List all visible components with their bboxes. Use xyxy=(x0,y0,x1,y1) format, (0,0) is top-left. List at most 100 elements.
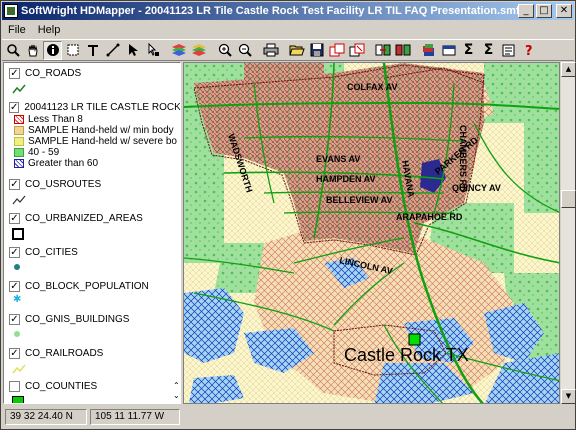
menu-file[interactable]: File xyxy=(2,24,32,36)
legend-layer-co-urbanized-areas[interactable]: ✓ CO_URBANIZED_AREAS xyxy=(4,211,180,240)
scroll-thumb[interactable] xyxy=(561,190,576,208)
facility-marker[interactable] xyxy=(408,333,421,346)
legend-layer-co-counties[interactable]: CO_COUNTIES xyxy=(4,379,180,403)
route-line-symbol xyxy=(12,195,26,205)
app-window: SoftWright HDMapper - 20041123 LR Tile C… xyxy=(0,0,576,430)
select-icon[interactable] xyxy=(63,41,82,60)
status-latitude: 39 32 24.40 N xyxy=(5,409,87,425)
legend-layer-co-cities[interactable]: ✓ CO_CITIES xyxy=(4,245,180,270)
county-symbol xyxy=(12,396,24,403)
street-label: HAMPDEN AV xyxy=(316,174,376,184)
title-bar[interactable]: SoftWright HDMapper - 20041123 LR Tile C… xyxy=(2,2,574,20)
menu-help[interactable]: Help xyxy=(32,24,67,36)
street-label: ARAPAHOE RD xyxy=(396,212,463,222)
map-vertical-scrollbar[interactable]: ▲ ▼ xyxy=(560,62,576,404)
layer-checkbox[interactable]: ✓ xyxy=(9,347,20,359)
layer-name: CO_ROADS xyxy=(25,67,82,79)
table-icon[interactable] xyxy=(439,41,458,60)
layer-swap-icon[interactable] xyxy=(393,41,412,60)
layer-name: CO_RAILROADS xyxy=(25,347,104,359)
layer-name: 20041123 LR TILE CASTLE ROCK TEST xyxy=(24,101,181,113)
layers-icon[interactable] xyxy=(169,41,188,60)
place-label-castle-rock: Castle Rock TX xyxy=(344,345,469,365)
zoom-icon[interactable] xyxy=(3,41,22,60)
help-icon[interactable]: ? xyxy=(519,41,538,60)
class-label: Greater than 60 xyxy=(28,158,99,169)
railroad-line-symbol xyxy=(12,364,26,374)
layer-name: CO_URBANIZED_AREAS xyxy=(25,212,143,224)
pan-hand-icon[interactable] xyxy=(23,41,42,60)
legend-layer-tile[interactable]: ✓ 20041123 LR TILE CASTLE ROCK TEST Less … xyxy=(4,100,181,169)
legend-layer-co-railroads[interactable]: ✓ CO_RAILROADS xyxy=(4,346,180,374)
info-icon[interactable] xyxy=(43,40,62,60)
menu-bar: File Help xyxy=(2,21,574,38)
class-label: SAMPLE Hand-held w/ severe bo xyxy=(28,136,177,147)
class-label: SAMPLE Hand-held w/ min body xyxy=(28,125,174,136)
layer-name: CO_USROUTES xyxy=(25,178,102,190)
layer-checkbox[interactable]: ✓ xyxy=(9,246,20,258)
layer-name: CO_COUNTIES xyxy=(25,380,98,392)
legend-layer-co-usroutes[interactable]: ✓ CO_USROUTES xyxy=(4,177,180,205)
edit-node-icon[interactable] xyxy=(143,41,162,60)
class-swatch-red xyxy=(14,115,24,124)
legend-layer-co-gnis-buildings[interactable]: ✓ CO_GNIS_BUILDINGS xyxy=(4,312,180,337)
class-swatch-blue xyxy=(14,159,24,168)
add-layer-icon[interactable] xyxy=(327,41,346,60)
urban-area-symbol xyxy=(12,228,24,240)
print-icon[interactable] xyxy=(261,41,280,60)
map-canvas[interactable]: COLFAX AV EVANS AV HAMPDEN AV BELLEVIEW … xyxy=(184,63,560,404)
layer-name: CO_CITIES xyxy=(25,246,78,258)
street-label: BELLEVIEW AV xyxy=(326,195,393,205)
road-line-symbol xyxy=(12,84,26,94)
close-button[interactable]: ✕ xyxy=(556,4,572,18)
layer-move-icon[interactable] xyxy=(373,41,392,60)
street-label: EVANS AV xyxy=(316,154,360,164)
settings-icon[interactable] xyxy=(499,41,518,60)
sum-alt-icon[interactable]: Σ xyxy=(479,41,498,60)
pointer-icon[interactable] xyxy=(123,41,142,60)
maximize-button[interactable]: □ xyxy=(536,4,552,18)
minimize-button[interactable]: _ xyxy=(518,4,534,18)
scroll-up-button[interactable]: ▲ xyxy=(561,62,576,77)
layer-name: CO_BLOCK_POPULATION xyxy=(25,280,149,292)
map-view[interactable]: COLFAX AV EVANS AV HAMPDEN AV BELLEVIEW … xyxy=(183,62,560,404)
svg-text:?: ? xyxy=(525,44,533,57)
layer-checkbox[interactable]: ✓ xyxy=(9,101,20,113)
remove-layer-icon[interactable] xyxy=(347,41,366,60)
layer-checkbox[interactable]: ✓ xyxy=(9,67,20,79)
layer-name: CO_GNIS_BUILDINGS xyxy=(25,313,130,325)
class-swatch-green xyxy=(14,148,24,157)
app-icon[interactable] xyxy=(4,4,18,18)
open-folder-icon[interactable] xyxy=(287,41,306,60)
class-swatch-yellow xyxy=(14,137,24,146)
layer-checkbox[interactable]: ✓ xyxy=(9,313,20,325)
class-label: 40 - 59 xyxy=(28,147,60,158)
window-title: SoftWright HDMapper - 20041123 LR Tile C… xyxy=(21,5,518,17)
line-icon[interactable] xyxy=(103,41,122,60)
layers-alt-icon[interactable] xyxy=(189,41,208,60)
legend-layer-co-roads[interactable]: ✓ CO_ROADS xyxy=(4,66,180,94)
layer-legend[interactable]: ✓ CO_ROADS ✓ 20041123 LR TILE CASTLE ROCK … xyxy=(3,62,181,404)
toolbar: Σ Σ ? xyxy=(2,39,574,61)
layer-checkbox[interactable] xyxy=(9,380,20,392)
zoom-out-icon[interactable] xyxy=(235,41,254,60)
zoom-in-icon[interactable] xyxy=(215,41,234,60)
street-label: COLFAX AV xyxy=(347,82,398,92)
legend-layer-co-block-population[interactable]: ✓ CO_BLOCK_POPULATION ✱ xyxy=(4,279,180,305)
layer-checkbox[interactable]: ✓ xyxy=(9,212,20,224)
text-icon[interactable] xyxy=(83,41,102,60)
sum-icon[interactable]: Σ xyxy=(459,41,478,60)
layer-checkbox[interactable]: ✓ xyxy=(9,280,20,292)
stack-icon[interactable] xyxy=(419,41,438,60)
layer-checkbox[interactable]: ✓ xyxy=(9,178,20,190)
legend-scroll-arrows[interactable]: ⌃ ⌄ xyxy=(173,381,180,401)
population-star-symbol: ✱ xyxy=(13,294,22,305)
save-icon[interactable] xyxy=(307,41,326,60)
status-longitude: 105 11 11.77 W xyxy=(90,409,180,425)
city-dot-symbol xyxy=(14,264,20,270)
scroll-down-button[interactable]: ▼ xyxy=(561,389,576,404)
class-swatch-tan xyxy=(14,126,24,135)
building-dot-symbol xyxy=(14,331,20,337)
class-label: Less Than 8 xyxy=(28,114,83,125)
status-bar: 39 32 24.40 N 105 11 11.77 W xyxy=(2,407,574,427)
